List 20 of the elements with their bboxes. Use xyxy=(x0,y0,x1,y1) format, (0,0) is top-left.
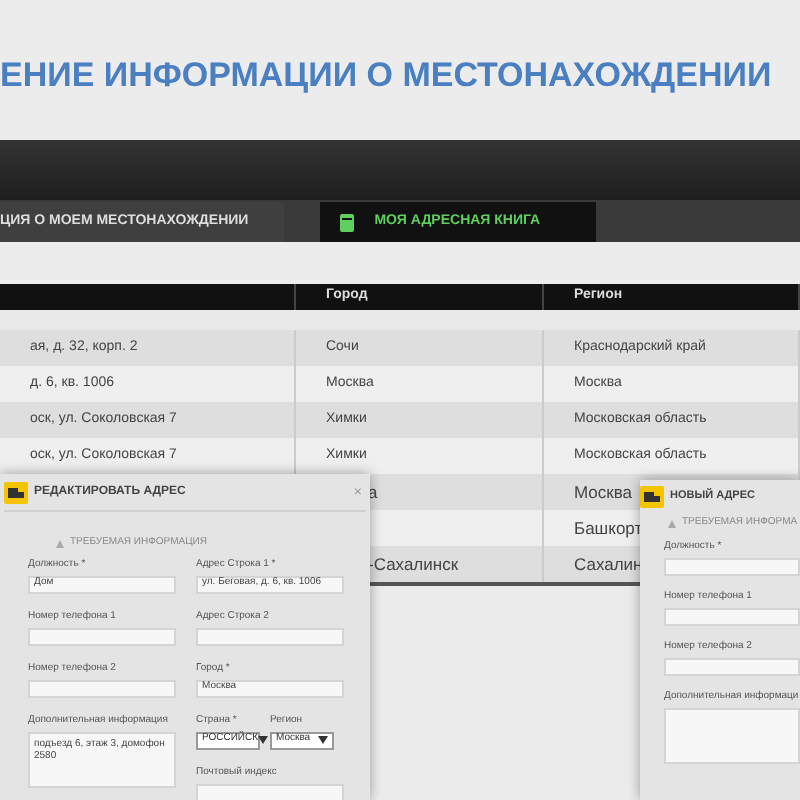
vehicle-icon xyxy=(4,482,28,504)
input-field[interactable] xyxy=(664,657,800,675)
collapse-icon[interactable] xyxy=(56,539,64,548)
input-field[interactable] xyxy=(196,783,344,800)
page-title: ЕНИЕ ИНФОРМАЦИИ О МЕСТОНАХОЖДЕНИИ xyxy=(0,54,772,99)
table-cell: -Сахалинск xyxy=(368,551,459,577)
input-field[interactable] xyxy=(196,627,344,645)
input-field[interactable] xyxy=(28,627,176,645)
textarea-field[interactable] xyxy=(664,707,800,763)
table-cell: Сахалин xyxy=(574,551,643,577)
input-field[interactable] xyxy=(28,679,176,697)
book-icon xyxy=(340,213,355,231)
table-cell: Москва xyxy=(574,479,633,505)
table-cell: Башкорт xyxy=(574,515,643,541)
collapse-icon[interactable] xyxy=(668,519,676,528)
vehicle-icon xyxy=(640,486,664,508)
caret-icon xyxy=(318,736,328,744)
caret-icon xyxy=(258,736,269,744)
input-field[interactable] xyxy=(664,557,800,575)
input-field[interactable] xyxy=(664,607,800,625)
